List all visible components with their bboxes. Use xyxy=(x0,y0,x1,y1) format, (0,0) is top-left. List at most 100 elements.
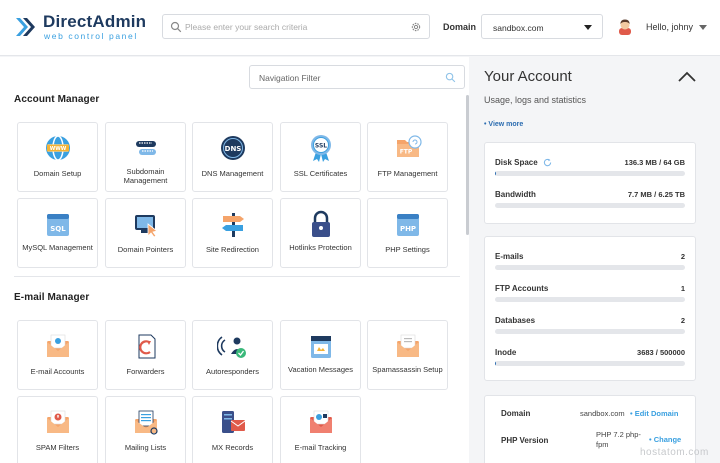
spam-filter-icon xyxy=(47,410,69,433)
domain-pointer-icon xyxy=(135,215,158,238)
sql-icon: SQL xyxy=(47,214,69,236)
mx-record-icon xyxy=(222,411,246,433)
subdomain-icon xyxy=(136,141,156,155)
tile-label: Domain Setup xyxy=(33,169,82,178)
tile-spam-filters[interactable]: SPAM Filters xyxy=(17,396,98,463)
account-panel-title: Your Account xyxy=(484,68,572,85)
forward-mail-icon xyxy=(138,334,156,359)
usage-bar xyxy=(495,361,685,366)
domain-select-value: sandbox.com xyxy=(493,23,544,33)
tile-label: E-mail Tracking xyxy=(294,443,347,452)
section-divider xyxy=(14,276,460,277)
scrollbar[interactable] xyxy=(466,95,469,235)
tile-spamassassin-setup[interactable]: Spamassassin Setup xyxy=(367,320,448,390)
tile-label: PHP Settings xyxy=(385,245,430,254)
section-title-email-manager: E-mail Manager xyxy=(14,292,90,303)
logo-title: DirectAdmin xyxy=(43,12,147,31)
tile-label: Forwarders xyxy=(126,367,165,376)
search-input[interactable] xyxy=(185,18,407,35)
stat-name: E-mails xyxy=(495,252,524,261)
greeting-text: Hello, xyxy=(646,22,670,32)
tile-label: Vacation Messages xyxy=(288,365,353,374)
tile-subdomain-management[interactable]: Subdomain Management xyxy=(105,122,186,192)
email-tracking-icon xyxy=(310,410,332,433)
tile-autoresponders[interactable]: Autoresponders xyxy=(192,320,273,390)
tile-label: SPAM Filters xyxy=(35,443,80,452)
tile-email-tracking[interactable]: E-mail Tracking xyxy=(280,396,361,463)
view-more-link[interactable]: • View more xyxy=(484,121,523,128)
edit-domain-link[interactable]: • Edit Domain xyxy=(630,409,678,418)
navigation-filter-input[interactable] xyxy=(259,70,439,85)
stat-value: 2 xyxy=(680,316,685,325)
refresh-icon[interactable] xyxy=(543,158,552,167)
tile-php-settings[interactable]: PHP PHP Settings xyxy=(367,198,448,268)
top-header: DirectAdmin web control panel Domain san… xyxy=(0,0,720,56)
usage-card-resources: Disk Space 136.3 MB / 64 GB Bandwidth 7.… xyxy=(484,142,696,224)
tile-vacation-messages[interactable]: Vacation Messages xyxy=(280,320,361,390)
navigation-panel: Account Manager WWW Domain Setup Subdoma… xyxy=(0,57,469,463)
tile-label: E-mail Accounts xyxy=(30,367,85,376)
tile-label: Subdomain Management xyxy=(123,167,168,185)
php-version-label: PHP Version xyxy=(501,436,549,445)
directadmin-logo-icon xyxy=(16,18,35,36)
tile-mx-records[interactable]: MX Records xyxy=(192,396,273,463)
svg-text:DNS: DNS xyxy=(225,145,242,153)
php-icon: PHP xyxy=(397,214,419,236)
tile-label: Site Redirection xyxy=(206,245,259,254)
directadmin-logo[interactable]: DirectAdmin web control panel xyxy=(13,12,153,44)
domain-info-value: sandbox.com xyxy=(580,409,625,418)
logo-subtitle: web control panel xyxy=(44,31,138,41)
tile-label: Domain Pointers xyxy=(117,245,174,254)
globe-icon: WWW xyxy=(46,135,70,161)
chevron-up-icon[interactable] xyxy=(678,71,696,82)
domain-select[interactable]: sandbox.com xyxy=(481,14,603,39)
stat-value: 136.3 MB / 64 GB xyxy=(624,158,685,167)
usage-bar xyxy=(495,329,685,334)
navigation-filter[interactable] xyxy=(249,65,465,89)
ftp-folder-icon: FTP xyxy=(397,135,422,157)
tile-label: Mailing Lists xyxy=(124,443,167,452)
tile-site-redirection[interactable]: Site Redirection xyxy=(192,198,273,268)
tile-label: SSL Certificates xyxy=(293,169,348,178)
tile-mysql-management[interactable]: SQL MySQL Management xyxy=(17,198,98,268)
autoresponder-icon xyxy=(217,336,246,358)
tile-label: MX Records xyxy=(211,443,254,452)
tile-dns-management[interactable]: DNS DNS Management xyxy=(192,122,273,192)
tile-forwarders[interactable]: Forwarders xyxy=(105,320,186,390)
usage-bar xyxy=(495,297,685,302)
tile-domain-setup[interactable]: WWW Domain Setup xyxy=(17,122,98,192)
account-panel: Your Account Usage, logs and statistics … xyxy=(470,57,720,463)
section-title-account-manager: Account Manager xyxy=(14,94,100,105)
user-greeting[interactable]: Hello, johny xyxy=(646,22,693,32)
svg-text:PHP: PHP xyxy=(400,225,416,233)
global-search[interactable] xyxy=(162,14,430,39)
tile-domain-pointers[interactable]: Domain Pointers xyxy=(105,198,186,268)
usage-bar xyxy=(495,203,685,208)
padlock-icon xyxy=(312,210,330,237)
username: johny xyxy=(671,22,694,32)
change-php-link[interactable]: • Change xyxy=(649,435,681,444)
stat-name: Inode xyxy=(495,348,517,357)
user-avatar[interactable] xyxy=(616,17,634,35)
gear-icon[interactable] xyxy=(410,21,422,33)
tile-mailing-lists[interactable]: Mailing Lists xyxy=(105,396,186,463)
chevron-down-icon xyxy=(584,25,592,30)
account-panel-subtitle: Usage, logs and statistics xyxy=(484,95,587,105)
tile-label: Spamassassin Setup xyxy=(372,365,443,374)
tile-email-accounts[interactable]: E-mail Accounts xyxy=(17,320,98,390)
svg-text:SQL: SQL xyxy=(50,225,66,233)
user-menu-chevron-icon[interactable] xyxy=(699,25,707,30)
search-icon xyxy=(445,72,456,83)
stat-value: 2 xyxy=(680,252,685,261)
domain-info-label: Domain xyxy=(501,409,531,418)
tile-hotlinks-protection[interactable]: Hotlinks Protection xyxy=(280,198,361,268)
php-version-value: PHP 7.2 php- xyxy=(596,430,641,439)
search-icon xyxy=(170,21,182,33)
tile-label: DNS Management xyxy=(201,169,264,178)
dns-icon: DNS xyxy=(221,136,245,160)
tile-ssl-certificates[interactable]: SSL SSL Certificates xyxy=(280,122,361,192)
stat-name: Bandwidth xyxy=(495,190,536,199)
tile-label: Hotlinks Protection xyxy=(289,243,352,252)
tile-label: MySQL Management xyxy=(22,243,93,252)
tile-ftp-management[interactable]: FTP FTP Management xyxy=(367,122,448,192)
